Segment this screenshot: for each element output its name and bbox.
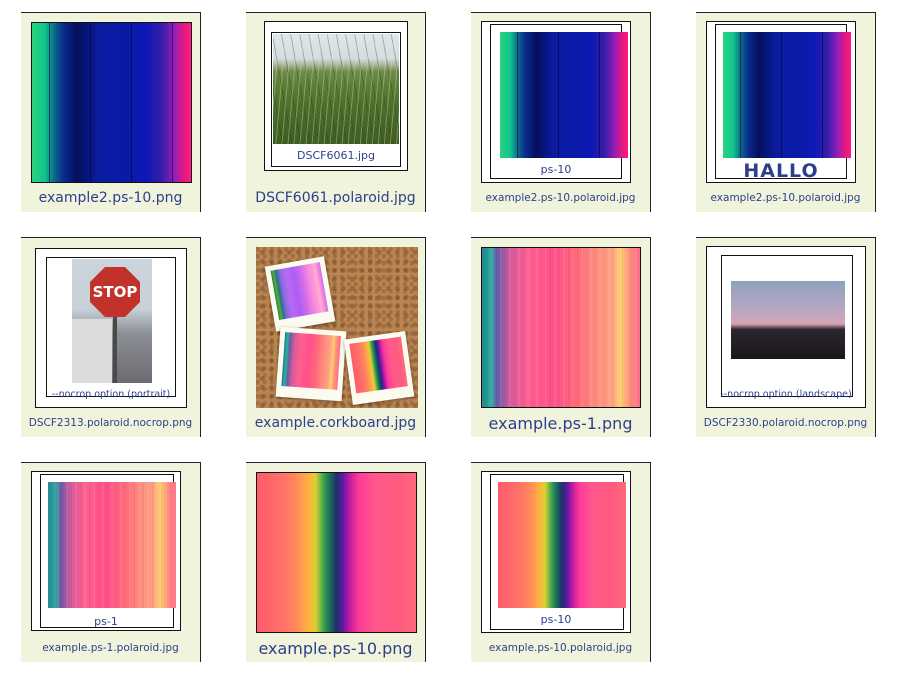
polaroid-frame <box>264 256 336 332</box>
thumbnail-tile[interactable]: ps-10 example.ps-10.polaroid.jpg <box>471 462 651 662</box>
file-name-label: DSCF2330.polaroid.nocrop.png <box>703 417 868 429</box>
thumbnail-tile[interactable]: HALLO example2.ps-10.polaroid.jpg <box>696 12 876 212</box>
file-name-label: example.ps-10.polaroid.jpg <box>488 642 633 654</box>
file-name-label: example.corkboard.jpg <box>254 415 417 431</box>
corkboard-image <box>256 247 418 408</box>
thumbnail-image <box>48 482 176 608</box>
thumbnail-tile[interactable]: ps-1 example.ps-1.polaroid.jpg <box>21 462 201 662</box>
thumbnail-image <box>481 247 641 408</box>
file-name-label: example.ps-1.png <box>488 414 633 433</box>
polaroid-caption: ps-1 <box>94 615 118 628</box>
thumbnail-tile[interactable]: example.ps-1.png <box>471 237 651 437</box>
stop-sign-icon: STOP <box>90 267 140 317</box>
file-name-label: DSCF6061.polaroid.jpg <box>255 190 416 206</box>
file-name-label: example2.ps-10.polaroid.jpg <box>710 192 861 204</box>
file-name-label: DSCF2313.polaroid.nocrop.png <box>28 417 193 429</box>
polaroid-caption: ps-10 <box>540 163 572 176</box>
polaroid-caption: ps-10 <box>540 613 572 626</box>
polaroid-frame: HALLO <box>706 21 856 183</box>
polaroid-frame <box>343 331 415 405</box>
file-name-label: example.ps-1.polaroid.jpg <box>42 642 179 654</box>
file-name-label: example.ps-10.png <box>258 639 413 658</box>
thumbnail-tile[interactable]: DSCF6061.jpg DSCF6061.polaroid.jpg <box>246 12 426 212</box>
thumbnail-image <box>498 482 626 608</box>
polaroid-caption: --nocrop option (landscape) <box>720 389 852 400</box>
polaroid-frame: ps-10 <box>481 21 631 183</box>
thumbnail-tile[interactable]: example.corkboard.jpg <box>246 237 426 437</box>
polaroid-caption: DSCF6061.jpg <box>297 149 375 162</box>
file-name-label: example2.ps-10.png <box>38 190 183 206</box>
stop-sign-text: STOP <box>92 283 138 301</box>
polaroid-frame: ps-10 <box>481 471 631 633</box>
thumbnail-image <box>731 281 845 359</box>
polaroid-frame: STOP --nocrop option (portrait) <box>35 248 187 408</box>
thumbnail-image <box>31 22 192 183</box>
thumbnail-image <box>256 472 417 633</box>
polaroid-frame: --nocrop option (landscape) <box>706 246 866 408</box>
thumbnail-tile[interactable]: ps-10 example2.ps-10.polaroid.jpg <box>471 12 651 212</box>
polaroid-frame: DSCF6061.jpg <box>264 21 408 171</box>
thumbnail-image <box>500 32 628 158</box>
thumbnail-tile[interactable]: example.ps-10.png <box>246 462 426 662</box>
thumbnail-tile[interactable]: example2.ps-10.png <box>21 12 201 212</box>
thumbnail-tile[interactable]: --nocrop option (landscape) DSCF2330.pol… <box>696 237 876 437</box>
polaroid-caption: --nocrop option (portrait) <box>51 389 171 400</box>
polaroid-frame <box>275 326 347 402</box>
polaroid-caption: HALLO <box>743 160 819 182</box>
file-name-label: example2.ps-10.polaroid.jpg <box>485 192 636 204</box>
thumbnail-tile[interactable]: STOP --nocrop option (portrait) DSCF2313… <box>21 237 201 437</box>
thumbnail-image <box>273 34 399 144</box>
thumbnail-image <box>723 32 851 158</box>
thumbnail-image: STOP <box>72 259 152 383</box>
polaroid-frame: ps-1 <box>31 471 181 631</box>
